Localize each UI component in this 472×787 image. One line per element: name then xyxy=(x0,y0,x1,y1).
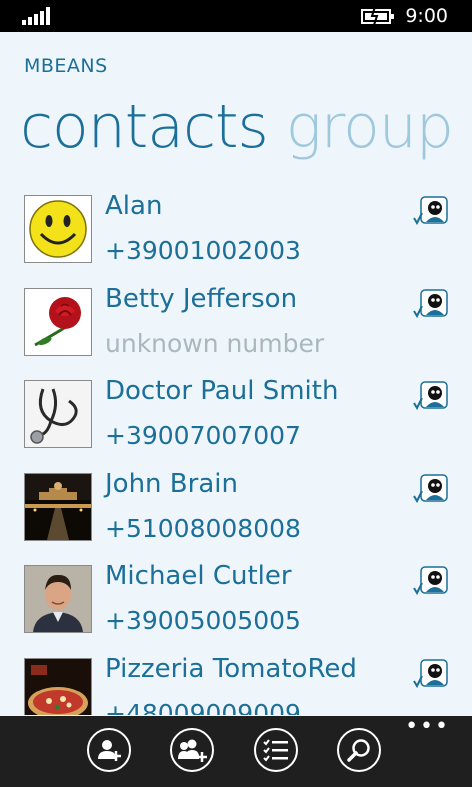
list-button[interactable] xyxy=(254,728,298,772)
clock: 9:00 xyxy=(405,5,448,27)
more-options-button[interactable]: ••• xyxy=(405,716,450,738)
add-contact-button[interactable] xyxy=(87,728,131,772)
portrait-avatar-icon xyxy=(25,566,91,632)
contact-avatar xyxy=(24,472,92,541)
contact-number: +39005005005 xyxy=(105,606,301,635)
contact-name: John Brain xyxy=(105,468,238,499)
battery-icon xyxy=(361,7,394,25)
pizza-avatar-icon xyxy=(25,658,91,715)
contact-status-icon[interactable] xyxy=(413,566,449,596)
contact-number: +48009009009 xyxy=(105,698,301,716)
pivot-item-contacts[interactable]: contacts xyxy=(20,92,269,162)
contact-status-icon[interactable] xyxy=(413,381,449,411)
contact-row[interactable]: John Brain +51008008008 xyxy=(0,468,472,564)
contact-name: Michael Cutler xyxy=(105,561,292,591)
contact-status-icon[interactable] xyxy=(413,288,449,319)
contact-row[interactable]: Michael Cutler +39005005005 xyxy=(0,561,472,656)
application-bar: ••• xyxy=(0,716,472,787)
signal-strength-icon xyxy=(22,7,50,25)
search-icon xyxy=(347,739,370,762)
rose-avatar-icon xyxy=(25,288,91,355)
contact-name: Pizzeria TomatoRed xyxy=(105,653,357,684)
contact-avatar xyxy=(24,565,92,633)
night-city-avatar-icon xyxy=(25,473,91,540)
contact-row[interactable]: Pizzeria TomatoRed +48009009009 xyxy=(0,653,472,716)
contact-row[interactable]: Doctor Paul Smith +39007007007 xyxy=(0,376,472,471)
contact-status-icon[interactable] xyxy=(413,473,449,504)
contact-number: +39001002003 xyxy=(105,236,301,265)
smiley-avatar-icon xyxy=(25,196,91,262)
pivot-header: contacts group xyxy=(20,92,454,162)
contact-avatar xyxy=(24,380,92,448)
contact-status-icon[interactable] xyxy=(413,658,449,689)
contact-number: +39007007007 xyxy=(105,421,301,450)
contact-name: Doctor Paul Smith xyxy=(105,376,339,406)
stethoscope-avatar-icon xyxy=(25,381,91,447)
contact-avatar xyxy=(24,195,92,263)
add-group-icon xyxy=(178,739,207,762)
app-title: MBEANS xyxy=(24,55,108,77)
contact-name: Betty Jefferson xyxy=(105,283,298,314)
contact-row[interactable]: Betty Jefferson unknown number xyxy=(0,283,472,379)
contact-avatar xyxy=(24,287,92,356)
add-contact-icon xyxy=(98,740,121,761)
list-icon xyxy=(263,739,288,762)
contact-list[interactable]: Alan +39001002003 Betty Jefferson unknow… xyxy=(0,193,472,715)
contact-number: +51008008008 xyxy=(105,513,301,543)
contact-row[interactable]: Alan +39001002003 xyxy=(0,193,472,286)
contact-name: Alan xyxy=(105,193,163,221)
contact-status-icon[interactable] xyxy=(413,196,449,226)
contact-number: unknown number xyxy=(105,328,325,358)
contact-avatar xyxy=(24,657,92,715)
add-group-button[interactable] xyxy=(170,728,214,772)
pivot-item-group[interactable]: group xyxy=(286,92,454,162)
search-button[interactable] xyxy=(337,728,381,772)
status-bar: 9:00 xyxy=(0,0,472,32)
